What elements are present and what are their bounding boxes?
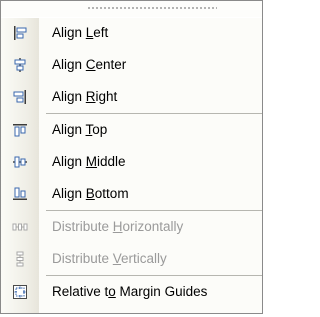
menu-item-label: Align Middle — [52, 154, 126, 169]
access-key: o — [108, 284, 116, 299]
align-left-icon — [12, 25, 28, 41]
grip-dots — [87, 7, 217, 9]
access-key: B — [85, 186, 95, 201]
menu-item-label: Relative to Margin Guides — [52, 284, 208, 299]
align-top-icon — [12, 122, 28, 138]
distribute-vertically-icon — [12, 251, 28, 267]
menu-items: Align Left Align Center Align Right Alig… — [1, 17, 262, 308]
access-key: R — [85, 89, 96, 104]
align-distribute-menu: Align Left Align Center Align Right Alig… — [0, 0, 263, 314]
access-key: V — [112, 251, 122, 266]
menu-item-distribute-horizontally[interactable]: Distribute Horizontally — [1, 211, 262, 243]
distribute-horizontally-icon — [12, 219, 28, 235]
menu-item-label: Distribute Vertically — [52, 251, 167, 266]
menu-item-align-right[interactable]: Align Right — [1, 81, 262, 113]
menu-item-label: Align Left — [52, 25, 109, 40]
menu-item-label: Align Top — [52, 122, 108, 137]
menu-item-align-bottom[interactable]: Align Bottom — [1, 178, 262, 210]
align-center-icon — [12, 57, 28, 73]
menu-item-align-left[interactable]: Align Left — [1, 17, 262, 49]
access-key: L — [85, 25, 94, 40]
align-bottom-icon — [12, 186, 28, 202]
access-key: C — [85, 57, 96, 72]
tear-off-grip[interactable] — [1, 1, 262, 18]
align-middle-icon — [12, 154, 28, 170]
menu-item-align-middle[interactable]: Align Middle — [1, 146, 262, 178]
menu-item-label: Align Bottom — [52, 186, 129, 201]
access-key: M — [85, 154, 98, 169]
menu-item-align-top[interactable]: Align Top — [1, 114, 262, 146]
menu-item-label: Distribute Horizontally — [52, 219, 184, 234]
menu-item-align-center[interactable]: Align Center — [1, 49, 262, 81]
menu-item-label: Align Center — [52, 57, 127, 72]
align-right-icon — [12, 89, 28, 105]
access-key: T — [85, 122, 93, 137]
menu-item-label: Align Right — [52, 89, 118, 104]
margin-guides-icon — [12, 284, 28, 300]
menu-item-relative-to-margin-guides[interactable]: Relative to Margin Guides — [1, 276, 262, 308]
access-key: H — [112, 219, 123, 234]
menu-item-distribute-vertically[interactable]: Distribute Vertically — [1, 243, 262, 275]
